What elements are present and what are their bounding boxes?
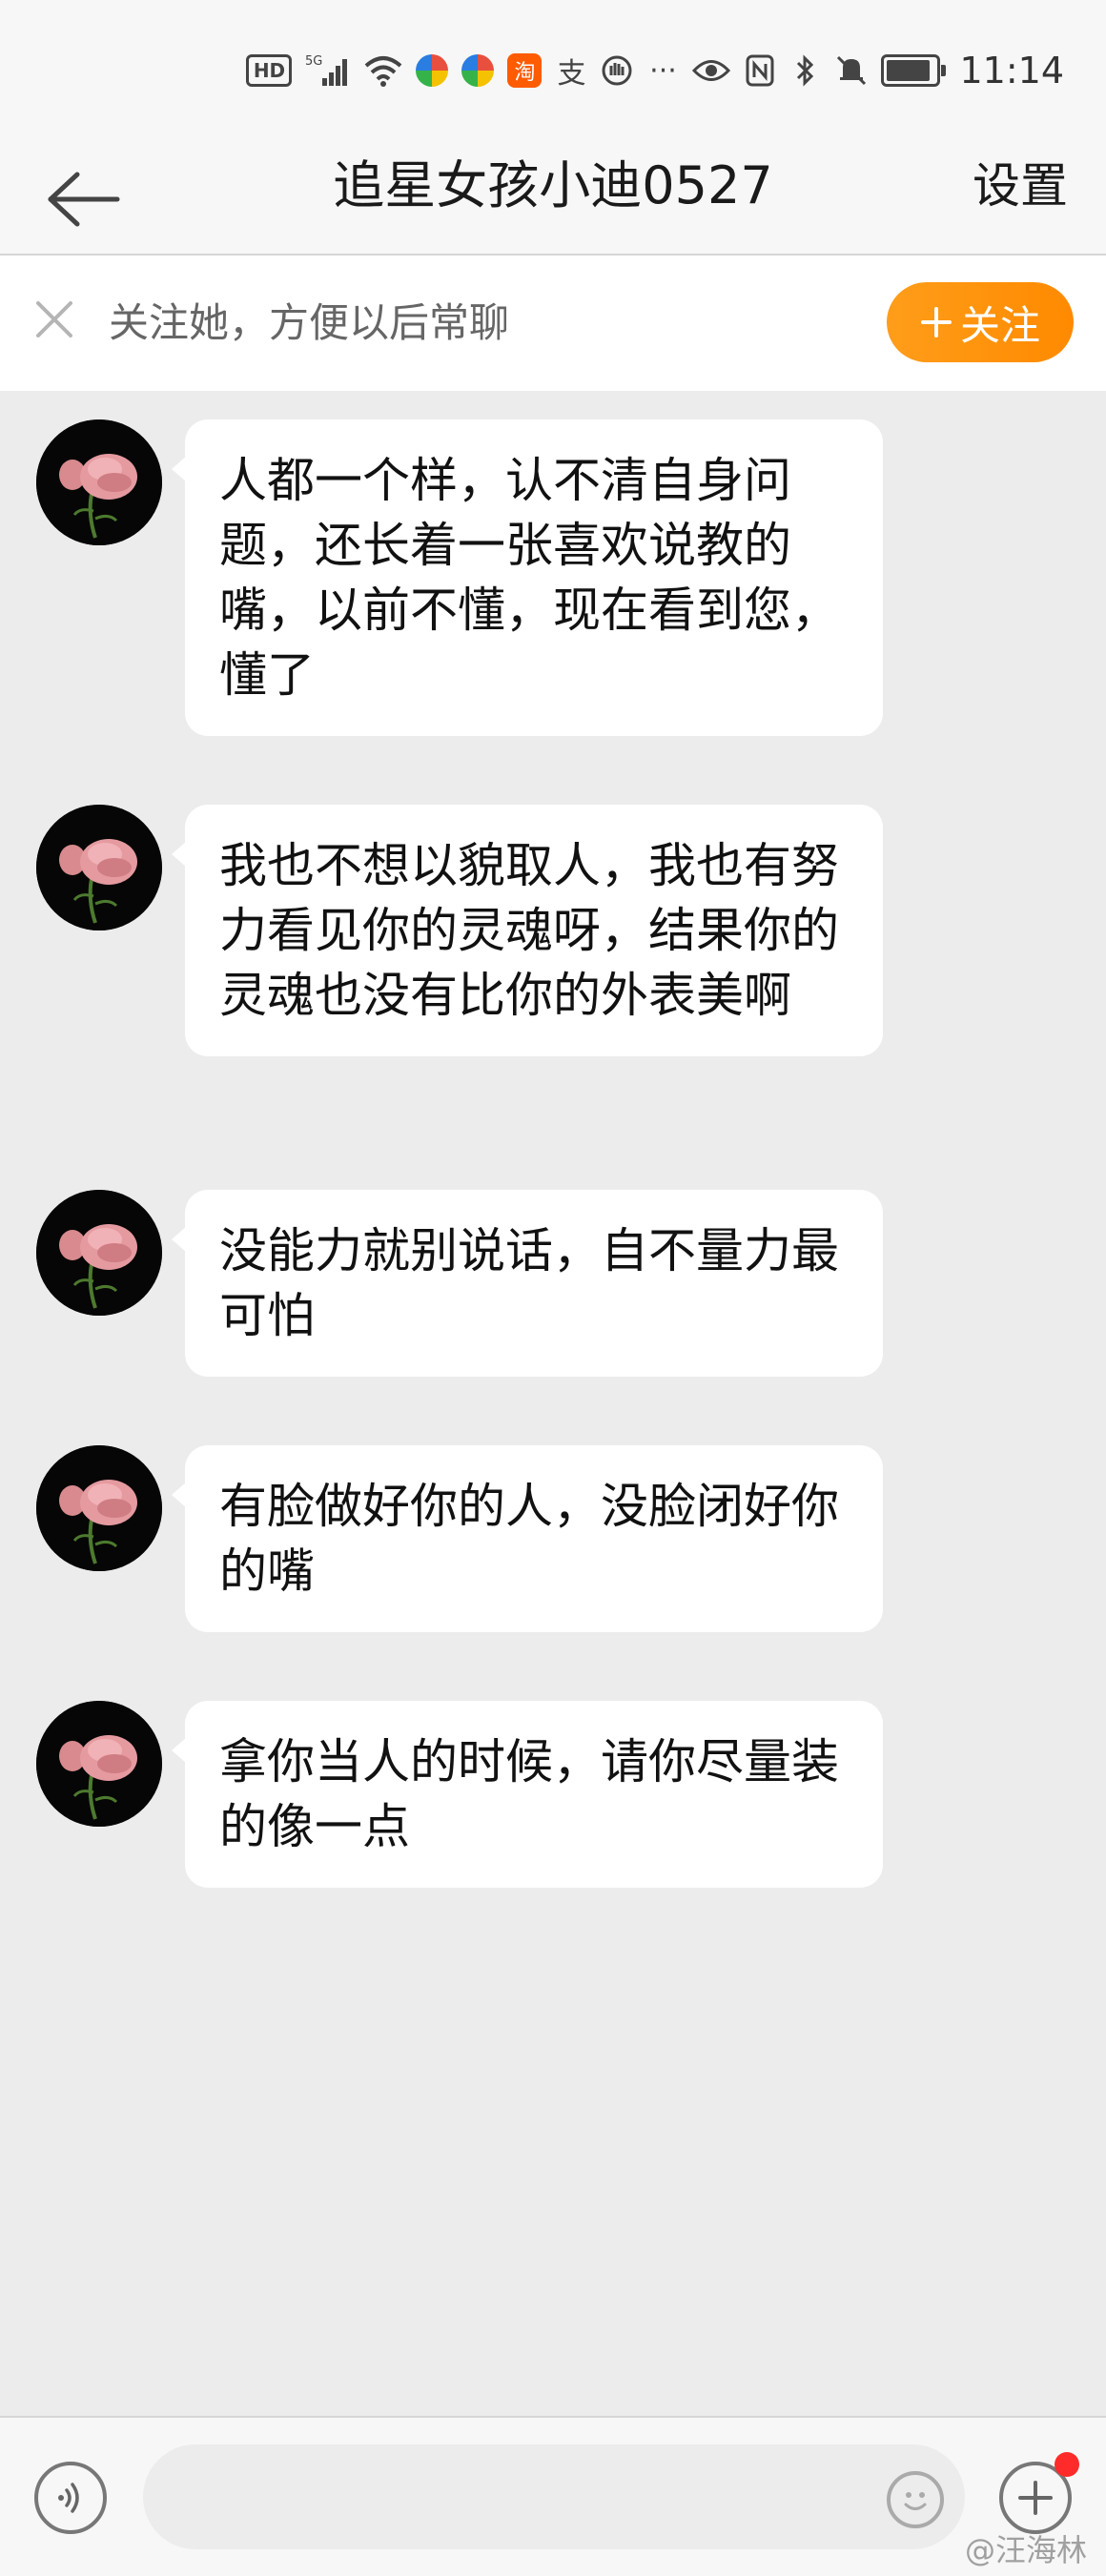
wifi-icon — [364, 52, 402, 89]
emoji-button[interactable] — [887, 2471, 944, 2528]
battery-icon — [881, 52, 947, 89]
alipay-icon: 支 — [557, 57, 586, 91]
smiley-icon — [904, 2492, 927, 2510]
follow-banner: 关注她，方便以后常聊 关注 — [0, 256, 1106, 391]
plus-icon — [1018, 2481, 1053, 2515]
hand-icon — [601, 52, 633, 89]
follow-button-label: 关注 — [959, 301, 1040, 349]
avatar[interactable] — [36, 1190, 162, 1316]
message-input[interactable] — [143, 2444, 965, 2549]
clock: 11:14 — [959, 50, 1064, 92]
message-bubble[interactable]: 我也不想以貌取人，我也有努力看见你的灵魂呀，结果你的灵魂也没有比你的外表美啊 — [172, 805, 883, 1056]
message-bubble[interactable]: 拿你当人的时候，请你尽量装的像一点 — [172, 1701, 883, 1888]
network-type: 5G — [305, 54, 322, 69]
avatar[interactable] — [36, 805, 162, 930]
avatar[interactable] — [36, 419, 162, 545]
avatar[interactable] — [36, 1701, 162, 1827]
voice-button[interactable] — [34, 2462, 107, 2534]
bluetooth-icon — [789, 52, 822, 89]
status-icons: HD 5G 淘 支 ··· 11:14 — [246, 50, 1064, 92]
plus-icon — [920, 307, 952, 337]
mute-icon — [835, 52, 868, 89]
message-bubble[interactable]: 人都一个样，认不清自身问题，还长着一张喜欢说教的嘴，以前不懂，现在看到您，懂了 — [172, 419, 883, 736]
taobao-icon: 淘 — [507, 53, 543, 88]
hd-icon: HD — [246, 54, 293, 87]
app-circle-icon — [416, 52, 449, 89]
input-bar — [0, 2416, 1106, 2576]
avatar[interactable] — [36, 1445, 162, 1571]
message-bubble[interactable]: 有脸做好你的人，没脸闭好你的嘴 — [172, 1445, 883, 1632]
app-circle-icon — [461, 52, 495, 89]
voice-icon — [58, 2483, 79, 2513]
more-dots-icon: ··· — [649, 53, 677, 88]
close-icon[interactable] — [32, 297, 76, 341]
follow-button[interactable]: 关注 — [887, 282, 1074, 362]
chat-header: 追星女孩小迪0527 设置 — [0, 143, 1106, 256]
watermark: @汪海林 — [964, 2532, 1087, 2568]
settings-button[interactable]: 设置 — [973, 143, 1068, 229]
nfc-icon — [744, 52, 776, 89]
page-title: 追星女孩小迪0527 — [333, 155, 773, 215]
eye-icon — [692, 52, 731, 89]
message-bubble[interactable]: 没能力就别说话，自不量力最可怕 — [172, 1190, 883, 1377]
follow-prompt-text: 关注她，方便以后常聊 — [109, 299, 510, 346]
notification-dot — [1055, 2452, 1079, 2477]
signal-icon: 5G — [305, 52, 351, 89]
status-bar: HD 5G 淘 支 ··· 11:14 — [0, 0, 1106, 143]
